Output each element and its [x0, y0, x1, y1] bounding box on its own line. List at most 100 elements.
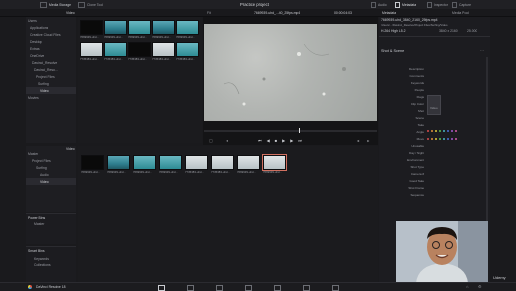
- storage-tree-item[interactable]: Users: [26, 17, 76, 24]
- viewer-fit-label[interactable]: Fit: [207, 11, 211, 15]
- storage-tree-item[interactable]: Project Files: [26, 73, 76, 80]
- metadata-top-tab[interactable]: Metadata: [395, 2, 416, 8]
- clip-label: 7669939-uhd...: [263, 170, 282, 174]
- storage-tree-item[interactable]: Creative Cloud Files: [26, 31, 76, 38]
- storage-clip[interactable]: 7735383-uhd...: [128, 42, 152, 61]
- clip-thumbnail: [107, 155, 130, 170]
- mark-in-icon[interactable]: ⫷: [357, 138, 359, 143]
- clone-tool-tab[interactable]: Clone Tool: [78, 2, 103, 8]
- media-pool-bin[interactable]: Surfing: [26, 164, 76, 171]
- media-pool-clip[interactable]: 7669939-uhd...: [133, 155, 156, 174]
- clip-color-dot[interactable]: [447, 138, 449, 140]
- storage-tree-item[interactable]: Extras: [26, 45, 76, 52]
- resolve-logo-icon: [28, 284, 32, 289]
- transport-controls: ⏮ ◀ ■ ▶ ▶ ⏭: [258, 138, 302, 143]
- viewer-options-icon[interactable]: ▢: [209, 138, 213, 143]
- mark-out-icon[interactable]: ⫸: [367, 138, 369, 143]
- clip-label: 7735383-uhd...: [152, 57, 171, 61]
- media-pool-bin-label: Master: [28, 151, 39, 156]
- clip-color-dot[interactable]: [439, 138, 441, 140]
- viewer-frame: [204, 24, 377, 121]
- home-icon[interactable]: ⌂: [466, 284, 468, 289]
- metadata-field-label: Sequence: [410, 193, 424, 197]
- clip-color-dot[interactable]: [431, 138, 433, 140]
- storage-tree-item[interactable]: Davinci_Reso...: [26, 66, 76, 73]
- storage-clip[interactable]: 7735383-uhd...: [152, 42, 176, 61]
- media-pool-browser: Video 7669939-uhd... 7669939-uhd... 766993…: [66, 146, 378, 282]
- clip-thumbnail: [152, 42, 175, 57]
- storage-browser: 7669939-uhd... 7669939-uhd... 7669939-uhd.…: [78, 17, 202, 143]
- viewer-panel: ⏮ ◀ ■ ▶ ▶ ⏭ ▢ ◖ ⫷ ⫸: [203, 17, 378, 145]
- playhead[interactable]: [299, 128, 300, 133]
- storage-tree-item[interactable]: Surfing: [26, 80, 76, 87]
- clip-color-dot[interactable]: [443, 138, 445, 140]
- clip-color-dot[interactable]: [427, 138, 429, 140]
- media-pool-clip[interactable]: 7669939-uhd...: [107, 155, 130, 174]
- inspector-tab[interactable]: Inspector: [427, 2, 448, 8]
- storage-tree-item[interactable]: Applications: [26, 24, 76, 31]
- inspector-label: Inspector: [434, 3, 448, 7]
- storage-clip[interactable]: 7735383-uhd...: [176, 42, 200, 61]
- media-pool-bin[interactable]: Project Files: [26, 157, 76, 164]
- viewer-scrubber[interactable]: [204, 128, 377, 133]
- audio-volume-icon[interactable]: ◖: [226, 138, 228, 143]
- storage-clip[interactable]: 7669939-uhd...: [152, 20, 176, 39]
- settings-icon[interactable]: ⚙: [478, 284, 482, 289]
- metadata-field-label: Shot Type: [410, 165, 424, 169]
- clip-label: 7669939-uhd...: [104, 35, 123, 39]
- capture-tab[interactable]: Capture: [452, 2, 471, 8]
- media-pool-tab[interactable]: Media Pool: [452, 11, 469, 15]
- media-storage-tab[interactable]: Media Storage: [40, 2, 71, 8]
- step-forward-icon[interactable]: ▶: [290, 138, 293, 143]
- sand-texture: [223, 43, 346, 106]
- audio-icon: [371, 2, 376, 8]
- storage-clip[interactable]: 7735383-uhd...: [104, 42, 128, 61]
- clip-thumbnail: [237, 155, 260, 170]
- storage-clip[interactable]: 7669939-uhd...: [176, 20, 200, 39]
- stop-icon[interactable]: ■: [275, 138, 277, 143]
- metadata-options-icon[interactable]: ⋯: [480, 48, 484, 53]
- step-back-icon[interactable]: ◀: [267, 138, 270, 143]
- clip-label: 7669939-uhd...: [152, 35, 171, 39]
- storage-tree-item[interactable]: Video: [26, 87, 76, 94]
- power-bins-section: Power Bins Master: [26, 213, 76, 244]
- clip-color-dot[interactable]: [455, 138, 457, 140]
- storage-tree-label: Project Files: [36, 74, 55, 79]
- storage-clip[interactable]: 7735383-uhd...: [80, 42, 104, 61]
- audio-tab[interactable]: Audio: [371, 2, 387, 8]
- smart-bin-collections[interactable]: Collections: [26, 261, 76, 267]
- media-pool-bin[interactable]: Audio: [26, 171, 76, 178]
- storage-clip[interactable]: 7669939-uhd...: [80, 20, 104, 39]
- clip-color-dot[interactable]: [451, 138, 453, 140]
- media-pool-bin[interactable]: Master: [26, 150, 76, 157]
- storage-tree-item[interactable]: Desktop: [26, 38, 76, 45]
- media-pool-bin[interactable]: Video: [26, 178, 76, 185]
- metadata-divider: [379, 36, 490, 37]
- top-bar: Media Storage Clone Tool Practice projec…: [0, 0, 516, 9]
- clip-thumbnail: [176, 42, 199, 57]
- media-pool-clip[interactable]: 7669939-uhd...: [237, 155, 260, 174]
- project-title: Practice project: [240, 3, 269, 7]
- metadata-scrollbar[interactable]: [486, 57, 488, 237]
- storage-tree-item[interactable]: OneDrive: [26, 52, 76, 59]
- power-bins-master[interactable]: Master: [26, 222, 76, 226]
- storage-tree-item[interactable]: Davinci_Resolve: [26, 59, 76, 66]
- media-pool-clip[interactable]: 7669939-uhd...: [262, 154, 287, 174]
- skip-forward-icon[interactable]: ⏭: [298, 138, 302, 143]
- clip-color-dot[interactable]: [435, 138, 437, 140]
- storage-clip[interactable]: 7669939-uhd...: [128, 20, 152, 39]
- media-pool-clip[interactable]: 7669939-uhd...: [159, 155, 182, 174]
- metadata-panel-tab[interactable]: Metadata: [382, 11, 396, 15]
- clip-color-row[interactable]: [427, 127, 459, 145]
- media-pool-clip[interactable]: 7669939-uhd...: [81, 155, 104, 174]
- audio-label: Audio: [378, 3, 387, 7]
- keywords-chip[interactable]: Video: [427, 95, 441, 115]
- play-icon[interactable]: ▶: [282, 138, 285, 143]
- media-pool-clip[interactable]: 7735383-uhd...: [185, 155, 208, 174]
- clip-label: 7735383-uhd...: [104, 57, 123, 61]
- storage-tree-item[interactable]: Movies: [26, 94, 76, 101]
- smart-bins-header: Smart Bins: [28, 249, 45, 253]
- skip-back-icon[interactable]: ⏮: [258, 138, 262, 143]
- media-pool-clip[interactable]: 7735383-uhd...: [211, 155, 234, 174]
- storage-clip[interactable]: 7669939-uhd...: [104, 20, 128, 39]
